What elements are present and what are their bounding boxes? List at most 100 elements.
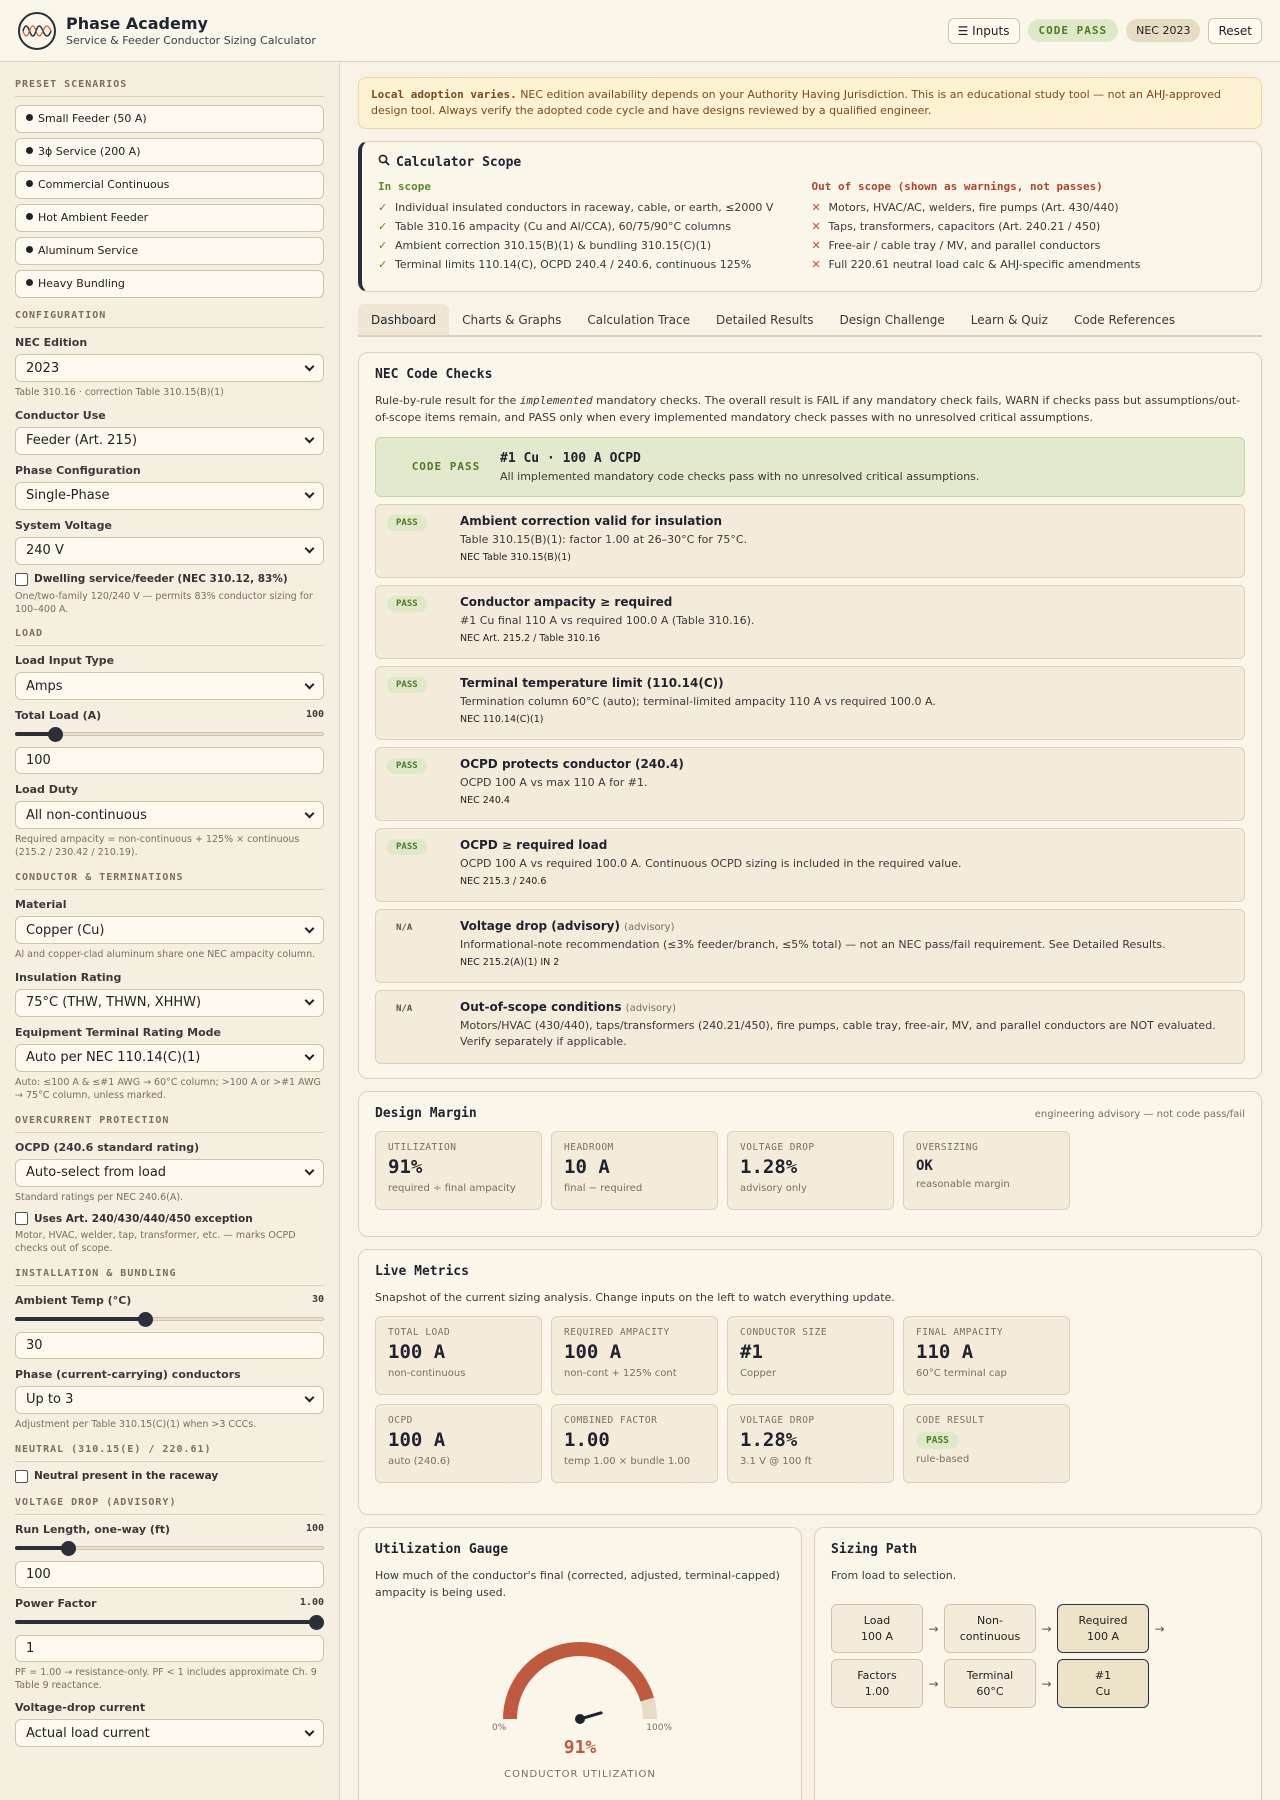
total-load-slider[interactable]	[15, 727, 324, 743]
ambient-temp-input[interactable]: 30	[15, 1331, 324, 1359]
tab-dashboard[interactable]: Dashboard	[358, 303, 450, 335]
overall-result: CODE PASS #1 Cu · 100 A OCPD All impleme…	[375, 436, 1245, 497]
conductor-use-select[interactable]: Feeder (Art. 215)	[15, 426, 324, 455]
preset-button[interactable]: Heavy Bundling	[15, 270, 324, 298]
check-detail: OCPD 100 A vs required 100.0 A. Continuo…	[460, 856, 962, 870]
power-factor-slider[interactable]	[15, 1614, 324, 1630]
field-hint: PF = 1.00 → resistance-only. PF < 1 incl…	[15, 1666, 317, 1691]
tab-code-references[interactable]: Code References	[1061, 304, 1188, 335]
check-reference: NEC Art. 215.2 / Table 310.16	[460, 632, 601, 644]
check-status-badge: PASS	[387, 595, 427, 612]
inputs-button[interactable]: ☰ Inputs	[947, 17, 1020, 44]
advisory-note: engineering advisory — not code pass/fai…	[1034, 1108, 1245, 1120]
bullet-icon	[26, 213, 33, 220]
exception-checkbox-row[interactable]: Uses Art. 240/430/440/450 exception	[15, 1212, 324, 1226]
field-label: Total Load (A) 100	[15, 709, 324, 723]
preset-label: Commercial Continuous	[38, 178, 170, 191]
cross-icon: ✕	[811, 238, 821, 252]
preset-button[interactable]: Small Feeder (50 A)	[15, 105, 324, 133]
field-label: Load Duty	[15, 783, 79, 797]
tile-label: UTILIZATION	[388, 1141, 457, 1153]
ocpd-select[interactable]: Auto-select from load	[15, 1158, 324, 1187]
tile-value: 100 A	[388, 1341, 446, 1364]
tab-calculation-trace[interactable]: Calculation Trace	[574, 304, 703, 335]
reset-button[interactable]: Reset	[1208, 17, 1262, 44]
slider-thumb[interactable]	[48, 727, 64, 743]
tab-learn-quiz[interactable]: Learn & Quiz	[958, 304, 1061, 335]
phase-config-select[interactable]: Single-Phase	[15, 481, 324, 510]
insulation-select[interactable]: 75°C (THW, THWN, XHHW)	[15, 988, 324, 1017]
preset-button[interactable]: Commercial Continuous	[15, 171, 324, 199]
ambient-temp-slider[interactable]	[15, 1311, 324, 1327]
in-scope-item: ✓ Ambient correction 310.15(B)(1) & bundl…	[378, 238, 712, 252]
chevron-down-icon	[304, 679, 315, 690]
system-voltage-select[interactable]: 240 V	[15, 536, 324, 565]
nec-edition-select[interactable]: 2023	[15, 354, 324, 382]
tab-charts[interactable]: Charts & Graphs	[449, 304, 574, 335]
sizing-path-description: From load to selection.	[831, 1568, 957, 1582]
utilization-gauge-card: Utilization Gauge How much of the conduc…	[358, 1526, 802, 1800]
magnifier-icon	[378, 154, 390, 170]
bullet-icon	[26, 246, 33, 253]
out-scope-heading: Out of scope (shown as warnings, not pas…	[811, 179, 1103, 193]
check-detail: Table 310.15(B)(1): factor 1.00 at 26–30…	[460, 532, 748, 546]
neutral-checkbox[interactable]	[15, 1469, 28, 1483]
tab-design-challenge[interactable]: Design Challenge	[826, 304, 957, 335]
sizing-path-title: Sizing Path	[831, 1541, 918, 1557]
metric-tile: CONDUCTOR SIZE #1 Copper	[727, 1316, 894, 1396]
material-select[interactable]: Copper (Cu)	[15, 916, 324, 945]
preset-button[interactable]: Hot Ambient Feeder	[15, 204, 324, 232]
dwelling-checkbox-row[interactable]: Dwelling service/feeder (NEC 310.12, 83%…	[15, 572, 324, 586]
slider-thumb[interactable]	[137, 1311, 153, 1327]
field-label: Phase Configuration	[15, 463, 141, 477]
chevron-down-icon	[304, 543, 315, 554]
terminal-mode-select[interactable]: Auto per NEC 110.14(C)(1)	[15, 1043, 324, 1072]
scope-title: Calculator Scope	[378, 154, 1245, 170]
check-detail: Informational-note recommendation (≤3% f…	[460, 937, 1166, 951]
run-length-slider[interactable]	[15, 1540, 324, 1556]
tile-value: OK	[916, 1157, 933, 1174]
check-detail: OCPD 100 A vs max 110 A for #1.	[460, 775, 648, 789]
check-row: N/A Voltage drop (advisory) (advisory) Inf…	[375, 908, 1245, 983]
chevron-down-icon	[304, 995, 315, 1006]
section-heading-voltage-drop: VOLTAGE DROP (ADVISORY)	[15, 1497, 324, 1515]
path-node-load: Load 100 A	[831, 1604, 923, 1654]
check-reference: NEC 240.4	[460, 794, 510, 806]
gauge-title: Utilization Gauge	[375, 1541, 509, 1557]
slider-thumb[interactable]	[309, 1614, 324, 1630]
ccc-select[interactable]: Up to 3	[15, 1385, 324, 1414]
field-label: Equipment Terminal Rating Mode	[15, 1025, 222, 1039]
slider-value: 100	[305, 709, 324, 721]
arrow-right-icon: →	[928, 1621, 939, 1636]
arrow-right-icon: →	[1154, 1621, 1165, 1636]
check-title: Voltage drop (advisory) (advisory)	[460, 918, 675, 933]
tile-value: 1.00	[564, 1429, 610, 1452]
neutral-checkbox-row[interactable]: Neutral present in the raceway	[15, 1469, 324, 1483]
bullet-icon	[26, 114, 33, 121]
power-factor-input[interactable]: 1	[15, 1634, 324, 1662]
run-length-input[interactable]: 100	[15, 1560, 324, 1588]
load-duty-select[interactable]: All non-continuous	[15, 801, 324, 830]
chevron-down-icon	[304, 1726, 315, 1737]
design-margin-title: Design Margin	[375, 1105, 477, 1121]
field-label: System Voltage	[15, 518, 112, 532]
total-load-input[interactable]: 100	[15, 747, 324, 775]
slider-value: 1.00	[299, 1596, 324, 1608]
check-status-badge: N/A	[396, 922, 413, 933]
tab-detailed-results[interactable]: Detailed Results	[703, 304, 827, 335]
tile-sub: non-continuous	[388, 1368, 466, 1380]
arrow-right-icon: →	[1041, 1621, 1052, 1636]
load-input-type-select[interactable]: Amps	[15, 672, 324, 701]
slider-thumb[interactable]	[60, 1540, 76, 1556]
app-header: Phase Academy Service & Feeder Conductor…	[0, 0, 1280, 62]
exception-checkbox[interactable]	[15, 1212, 28, 1226]
preset-button[interactable]: 3ϕ Service (200 A)	[15, 138, 324, 166]
chevron-down-icon	[304, 1392, 315, 1403]
metric-tile: CODE RESULT PASS rule-based	[903, 1404, 1070, 1484]
dwelling-checkbox[interactable]	[15, 572, 28, 586]
check-title: Terminal temperature limit (110.14(C))	[460, 675, 724, 690]
check-reference: NEC Table 310.15(B)(1)	[460, 551, 571, 563]
vd-current-select[interactable]: Actual load current	[15, 1719, 324, 1748]
check-icon: ✓	[378, 257, 388, 271]
preset-button[interactable]: Aluminum Service	[15, 237, 324, 265]
